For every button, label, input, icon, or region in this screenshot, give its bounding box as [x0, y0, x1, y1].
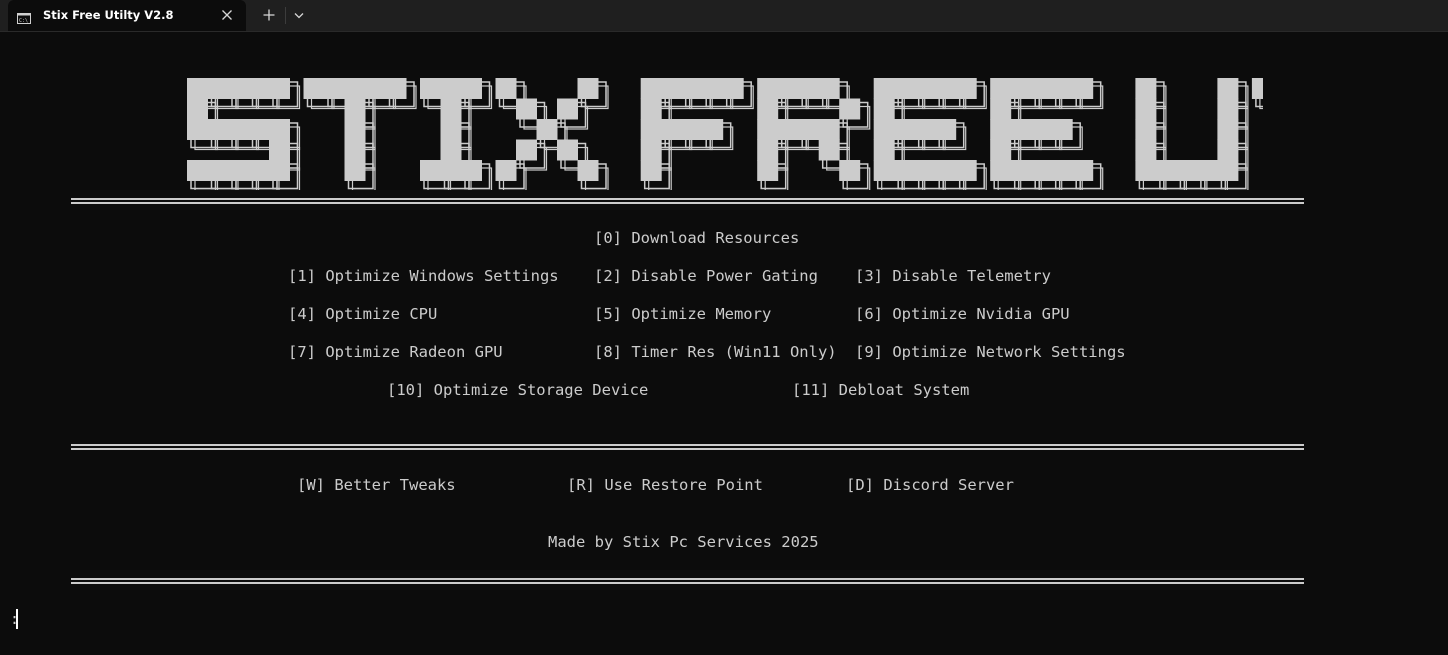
menu-item-6: [6] Optimize Nvidia GPU — [855, 305, 1070, 323]
close-icon[interactable] — [218, 6, 236, 24]
banner-letter-f — [640, 78, 754, 192]
menu-item-11: [11] Debloat System — [792, 381, 970, 399]
separator-bottom — [71, 578, 1304, 584]
banner-letter-e — [873, 78, 987, 192]
plus-icon[interactable] — [258, 5, 280, 25]
separator-top — [71, 198, 1304, 204]
menu-item-restore-point: [R] Use Restore Point — [567, 476, 763, 494]
banner-letter-s — [187, 78, 301, 192]
banner-letter-u — [1135, 78, 1249, 192]
menu-item-discord: [D] Discord Server — [846, 476, 1014, 494]
credit-text: Made by Stix Pc Services 2025 — [548, 533, 819, 551]
menu-item-5: [5] Optimize Memory — [594, 305, 772, 323]
svg-text:C:\: C:\ — [19, 18, 28, 24]
tab-title: Stix Free Utilty V2.8 — [43, 8, 174, 22]
banner-logo — [183, 74, 1448, 194]
banner-letter-e — [990, 78, 1104, 192]
menu-item-10: [10] Optimize Storage Device — [387, 381, 649, 399]
terminal-tab[interactable]: C:\ Stix Free Utilty V2.8 — [8, 0, 246, 31]
separator-middle — [71, 444, 1304, 450]
terminal-icon: C:\ — [17, 9, 31, 24]
menu-item-4: [4] Optimize CPU — [288, 305, 438, 323]
menu-item-1: [1] Optimize Windows Settings — [288, 267, 559, 285]
tab-divider — [285, 7, 286, 24]
menu-item-3: [3] Disable Telemetry — [855, 267, 1051, 285]
menu-item-8: [8] Timer Res (Win11 Only) — [594, 343, 837, 361]
banner-letter-i — [420, 78, 493, 192]
banner-letter-t — [1251, 78, 1366, 192]
menu-item-better-tweaks: [W] Better Tweaks — [297, 476, 456, 494]
menu-item-7: [7] Optimize Radeon GPU — [288, 343, 503, 361]
title-bar: C:\ Stix Free Utilty V2.8 — [0, 0, 1448, 32]
menu-item-9: [9] Optimize Network Settings — [855, 343, 1126, 361]
banner-letter-x — [495, 78, 609, 192]
chevron-down-icon[interactable] — [289, 5, 309, 25]
menu-item-0: [0] Download Resources — [594, 229, 800, 247]
text-cursor[interactable] — [16, 609, 18, 629]
banner-letter-t — [303, 78, 417, 192]
menu-item-2: [2] Disable Power Gating — [594, 267, 818, 285]
banner-letter-r — [757, 78, 871, 192]
